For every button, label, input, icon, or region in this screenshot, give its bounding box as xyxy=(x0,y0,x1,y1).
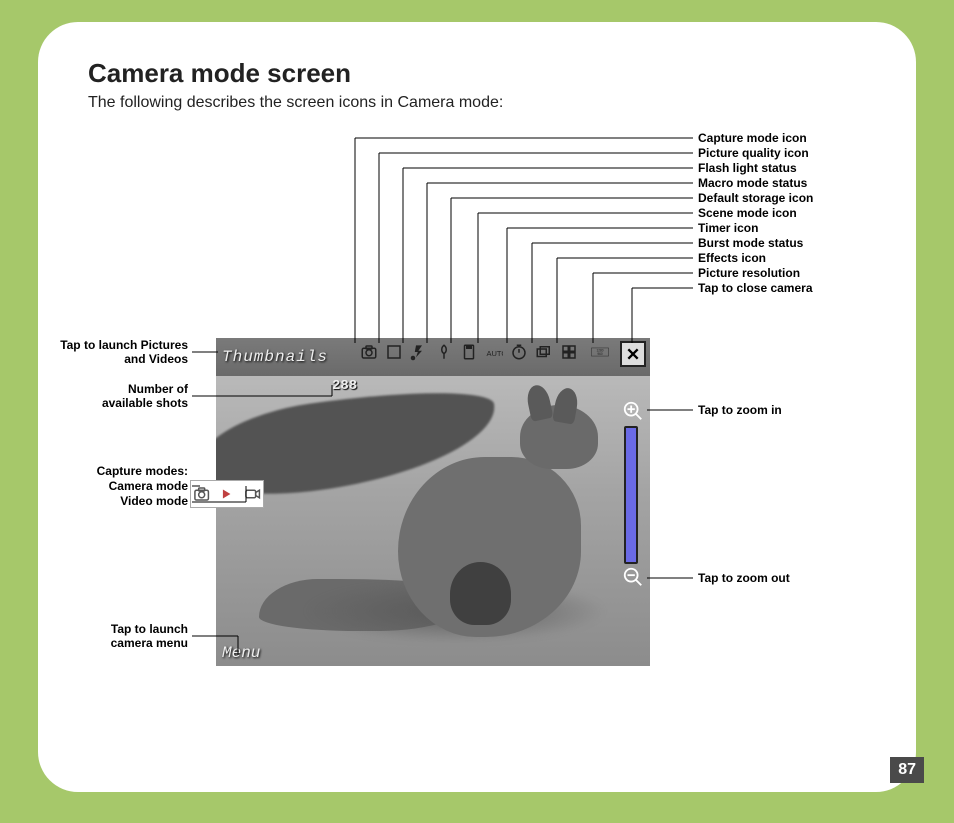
label-effects: Effects icon xyxy=(698,251,766,265)
page-number: 87 xyxy=(890,757,924,783)
callout-lines xyxy=(0,0,954,823)
label-picture-quality: Picture quality icon xyxy=(698,146,809,160)
label-scene-mode: Scene mode icon xyxy=(698,206,797,220)
label-camera-mode: Camera mode xyxy=(52,479,188,493)
label-capture-mode: Capture mode icon xyxy=(698,131,807,145)
label-burst-mode: Burst mode status xyxy=(698,236,803,250)
label-capture-modes-header: Capture modes: xyxy=(52,464,188,478)
manual-page: Camera mode screen The following describ… xyxy=(0,0,954,823)
label-timer: Timer icon xyxy=(698,221,758,235)
label-zoom-out: Tap to zoom out xyxy=(698,571,790,585)
label-picture-resolution: Picture resolution xyxy=(698,266,800,280)
label-available-shots: Number ofavailable shots xyxy=(52,382,188,411)
label-thumbnails: Tap to launch Picturesand Videos xyxy=(52,338,188,367)
label-default-storage: Default storage icon xyxy=(698,191,813,205)
label-zoom-in: Tap to zoom in xyxy=(698,403,782,417)
label-video-mode: Video mode xyxy=(52,494,188,508)
label-macro-mode: Macro mode status xyxy=(698,176,807,190)
label-camera-menu: Tap to launchcamera menu xyxy=(52,622,188,651)
label-flash-light: Flash light status xyxy=(698,161,797,175)
label-close-camera: Tap to close camera xyxy=(698,281,813,295)
